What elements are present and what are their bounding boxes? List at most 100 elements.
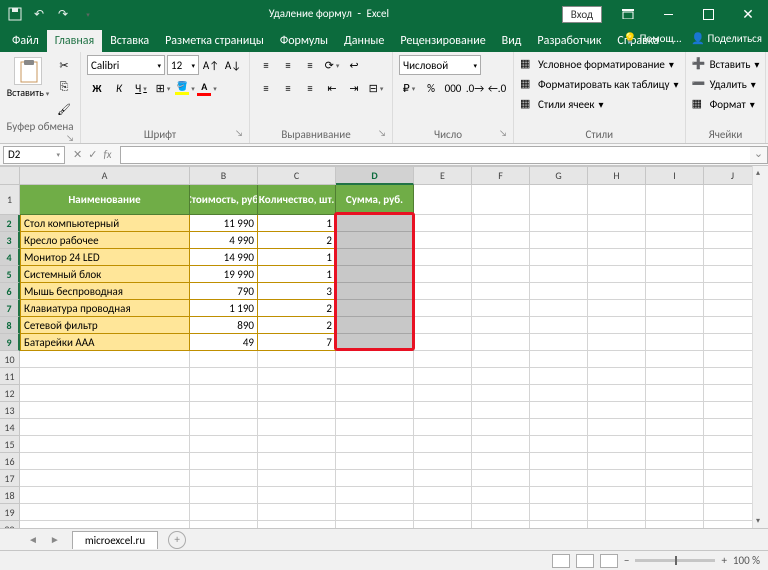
align-middle-icon[interactable]: ≡ (278, 55, 298, 75)
cell[interactable] (414, 351, 472, 368)
cell[interactable] (336, 300, 414, 317)
save-icon[interactable] (6, 5, 24, 23)
cell[interactable] (588, 300, 646, 317)
cell[interactable] (472, 470, 530, 487)
cell[interactable] (258, 402, 336, 419)
cell[interactable] (472, 185, 530, 215)
cell[interactable] (258, 487, 336, 504)
cell[interactable] (530, 283, 588, 300)
cell[interactable] (588, 453, 646, 470)
cell[interactable] (588, 317, 646, 334)
row-header[interactable]: 12 (0, 385, 20, 402)
number-launcher[interactable]: ↘ (499, 128, 507, 139)
insert-cells-button[interactable]: ➕Вставить ▾ (692, 55, 760, 73)
cell[interactable]: 7 (258, 334, 336, 351)
vertical-scrollbar[interactable] (752, 166, 768, 528)
cell[interactable] (530, 419, 588, 436)
row-header[interactable]: 2 (0, 215, 20, 232)
cell[interactable] (472, 249, 530, 266)
align-launcher[interactable]: ↘ (378, 128, 386, 139)
align-right-icon[interactable]: ≡ (300, 78, 320, 98)
align-bottom-icon[interactable]: ≡ (300, 55, 320, 75)
align-center-icon[interactable]: ≡ (278, 78, 298, 98)
tab-file[interactable]: Файл (4, 30, 47, 52)
cell[interactable] (258, 351, 336, 368)
delete-cells-button[interactable]: ➖Удалить ▾ (692, 75, 760, 93)
cell[interactable] (472, 266, 530, 283)
cell[interactable] (530, 504, 588, 521)
col-header[interactable]: B (190, 167, 258, 185)
cell[interactable] (190, 470, 258, 487)
close-button[interactable]: ✕ (728, 0, 768, 28)
cell[interactable] (472, 487, 530, 504)
cell[interactable]: 1 190 (190, 300, 258, 317)
cell[interactable]: Батарейки AAA (20, 334, 190, 351)
col-header[interactable]: E (414, 167, 472, 185)
row-header[interactable]: 20 (0, 521, 20, 528)
sheet-tab[interactable]: microexcel.ru (72, 531, 158, 549)
cell[interactable] (646, 368, 704, 385)
name-box[interactable]: D2▾ (3, 146, 65, 164)
cell[interactable] (414, 215, 472, 232)
add-sheet-button[interactable]: + (168, 531, 186, 549)
qat-customize[interactable] (78, 5, 96, 23)
select-all[interactable] (0, 167, 20, 185)
cell[interactable] (646, 487, 704, 504)
row-header[interactable]: 8 (0, 317, 20, 334)
col-header[interactable]: F (472, 167, 530, 185)
cell[interactable] (472, 334, 530, 351)
cell[interactable] (646, 351, 704, 368)
format-as-table-button[interactable]: ▦Форматировать как таблицу ▾ (520, 75, 679, 93)
expand-formula-bar[interactable]: ⌄ (750, 146, 768, 164)
cell[interactable] (336, 487, 414, 504)
wrap-text-icon[interactable]: ↩ (344, 55, 364, 75)
tab-home[interactable]: Главная (47, 30, 102, 52)
cell[interactable] (190, 521, 258, 528)
cell[interactable] (20, 487, 190, 504)
cut-icon[interactable]: ✂ (54, 55, 74, 75)
cell[interactable] (472, 283, 530, 300)
cell[interactable] (258, 470, 336, 487)
cell[interactable] (20, 419, 190, 436)
cell[interactable] (20, 504, 190, 521)
cell[interactable]: 14 990 (190, 249, 258, 266)
font-launcher[interactable]: ↘ (235, 128, 243, 139)
cell[interactable] (588, 487, 646, 504)
cell[interactable] (472, 419, 530, 436)
zoom-slider[interactable] (635, 559, 715, 562)
cell[interactable] (414, 419, 472, 436)
cell[interactable] (588, 215, 646, 232)
tell-me[interactable]: 💡 Помощ… (623, 32, 681, 45)
format-painter-icon[interactable]: 🖌 (54, 99, 74, 119)
cell[interactable] (414, 402, 472, 419)
cell[interactable] (530, 185, 588, 215)
merge-icon[interactable]: ⊟ (366, 78, 386, 98)
cell[interactable] (190, 436, 258, 453)
redo-icon[interactable]: ↷ (54, 5, 72, 23)
cell[interactable] (588, 185, 646, 215)
minimize-button[interactable] (648, 0, 688, 28)
cell[interactable] (336, 215, 414, 232)
cell[interactable] (20, 351, 190, 368)
col-header[interactable]: D (336, 167, 414, 185)
row-header[interactable]: 3 (0, 232, 20, 249)
row-header[interactable]: 1 (0, 185, 20, 215)
font-color-button[interactable]: A (197, 78, 217, 98)
cell[interactable] (588, 419, 646, 436)
cell[interactable] (530, 215, 588, 232)
cell[interactable] (646, 419, 704, 436)
cell[interactable] (336, 521, 414, 528)
cell[interactable]: 2 (258, 300, 336, 317)
cell[interactable]: Наименование (20, 185, 190, 215)
cell[interactable]: Сетевой фильтр (20, 317, 190, 334)
normal-view-icon[interactable] (552, 554, 570, 568)
cell[interactable] (414, 283, 472, 300)
sheet-nav-next[interactable]: ► (50, 533, 60, 546)
cell[interactable]: Кресло рабочее (20, 232, 190, 249)
formula-input[interactable] (120, 146, 750, 164)
cell[interactable] (472, 521, 530, 528)
cell[interactable] (336, 317, 414, 334)
row-header[interactable]: 14 (0, 419, 20, 436)
cell[interactable] (646, 215, 704, 232)
cell[interactable]: 1 (258, 249, 336, 266)
